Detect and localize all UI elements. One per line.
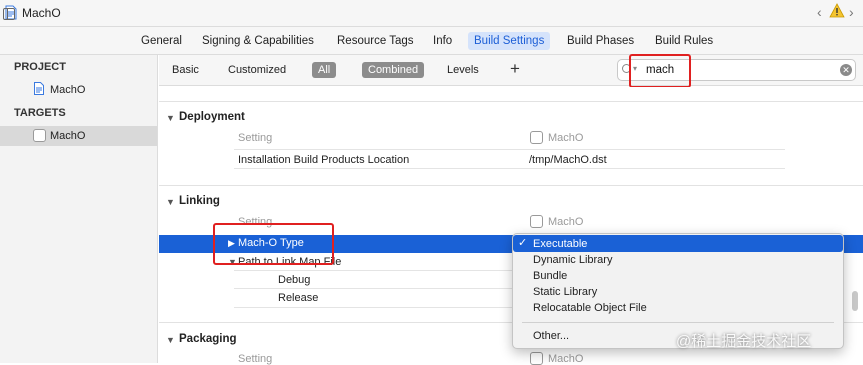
menu-item-bundle[interactable]: Bundle bbox=[533, 270, 567, 282]
menu-item-static-library[interactable]: Static Library bbox=[533, 286, 597, 298]
filter-basic[interactable]: Basic bbox=[172, 64, 199, 76]
clear-icon[interactable]: ✕ bbox=[840, 64, 852, 76]
project-file-icon bbox=[34, 82, 44, 95]
row-divider bbox=[234, 168, 785, 169]
title-bar bbox=[0, 0, 863, 27]
targets-section-header: TARGETS bbox=[14, 107, 66, 119]
value-install-location[interactable]: /tmp/MachO.dst bbox=[529, 154, 607, 166]
tab-resource-tags[interactable]: Resource Tags bbox=[331, 34, 420, 48]
filter-levels[interactable]: Levels bbox=[447, 64, 479, 76]
disclosure-open-icon[interactable]: ▼ bbox=[166, 335, 175, 345]
tab-info[interactable]: Info bbox=[427, 34, 458, 48]
checkmark-icon: ✓ bbox=[518, 237, 528, 249]
menu-separator bbox=[522, 322, 834, 323]
menu-item-executable[interactable]: Executable bbox=[533, 238, 587, 250]
group-packaging-title[interactable]: Packaging bbox=[179, 333, 237, 345]
row-divider bbox=[234, 270, 512, 271]
target-column-icon bbox=[530, 352, 543, 365]
group-divider bbox=[159, 185, 863, 186]
window-title: MachO bbox=[22, 6, 61, 20]
column-target-header: MachO bbox=[548, 353, 584, 365]
tab-build-rules[interactable]: Build Rules bbox=[649, 34, 719, 48]
disclosure-open-icon[interactable]: ▼ bbox=[166, 113, 175, 123]
menu-item-relocatable-object-file[interactable]: Relocatable Object File bbox=[533, 302, 647, 314]
sidebar-toggle-icon[interactable] bbox=[3, 8, 15, 20]
setting-debug[interactable]: Debug bbox=[278, 274, 310, 286]
group-divider bbox=[159, 101, 863, 102]
project-section-header: PROJECT bbox=[14, 61, 66, 73]
tab-signing-capabilities[interactable]: Signing & Capabilities bbox=[196, 34, 320, 48]
watermark: @稀土掘金技术社区 bbox=[676, 333, 812, 350]
row-divider bbox=[234, 149, 785, 150]
macho-type-highlight-box bbox=[213, 223, 334, 265]
column-setting-header: Setting bbox=[238, 132, 273, 144]
filter-all[interactable]: All bbox=[312, 62, 337, 78]
row-divider bbox=[234, 307, 512, 308]
chevron-right-icon[interactable]: › bbox=[849, 4, 854, 20]
column-target-header: MachO bbox=[548, 216, 584, 228]
menu-item-dynamic-library[interactable]: Dynamic Library bbox=[533, 254, 612, 266]
sidebar-item-project[interactable]: MachO bbox=[50, 84, 85, 96]
column-target-header: MachO bbox=[548, 132, 584, 144]
tab-build-phases[interactable]: Build Phases bbox=[561, 34, 640, 48]
sidebar-item-target-label: MachO bbox=[50, 130, 86, 142]
scrollbar[interactable] bbox=[852, 291, 858, 311]
target-column-icon bbox=[530, 215, 543, 228]
row-divider bbox=[234, 288, 512, 289]
group-linking-title[interactable]: Linking bbox=[179, 195, 220, 207]
filter-customized[interactable]: Customized bbox=[228, 64, 286, 76]
target-column-icon bbox=[530, 131, 543, 144]
search-highlight-box bbox=[629, 54, 691, 88]
target-icon bbox=[33, 129, 46, 142]
tab-general[interactable]: General bbox=[135, 34, 188, 48]
column-setting-header: Setting bbox=[238, 353, 273, 365]
menu-item-other[interactable]: Other... bbox=[533, 330, 569, 342]
project-navigator bbox=[0, 55, 158, 363]
tab-build-settings[interactable]: Build Settings bbox=[468, 32, 551, 50]
warning-icon[interactable] bbox=[829, 3, 845, 18]
chevron-left-icon[interactable]: ‹ bbox=[817, 4, 822, 20]
setting-release[interactable]: Release bbox=[278, 292, 318, 304]
setting-install-location[interactable]: Installation Build Products Location bbox=[238, 154, 409, 166]
group-deployment-title[interactable]: Deployment bbox=[179, 111, 245, 123]
add-icon[interactable]: + bbox=[510, 59, 520, 79]
filter-combined[interactable]: Combined bbox=[362, 62, 425, 78]
disclosure-open-icon[interactable]: ▼ bbox=[166, 197, 175, 207]
